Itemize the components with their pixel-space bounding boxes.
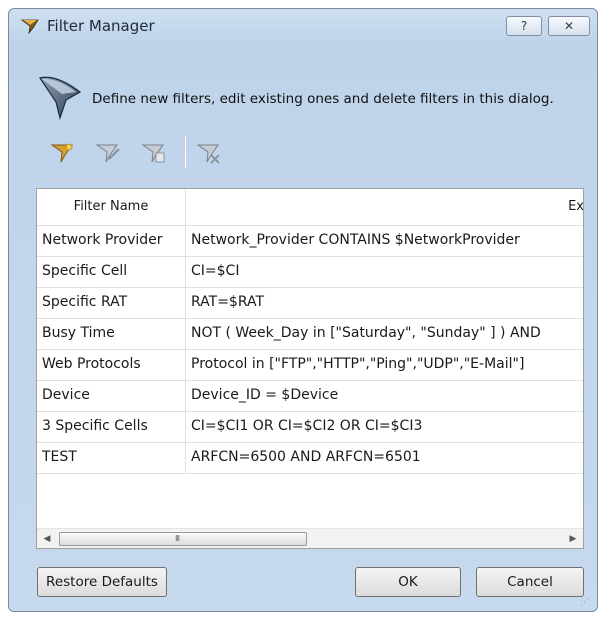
scroll-right-arrow-icon[interactable]: ▶ <box>563 529 583 548</box>
filter-expression-cell: CI=$CI <box>191 263 240 279</box>
title-bar[interactable]: Filter Manager ? ✕ <box>9 9 597 43</box>
table-header: Filter Name Ex <box>37 189 583 226</box>
copy-filter-icon[interactable] <box>141 141 167 165</box>
filter-expression-cell: ARFCN=6500 AND ARFCN=6501 <box>191 449 421 465</box>
filter-expression-cell: Protocol in ["FTP","HTTP","Ping","UDP","… <box>191 356 525 372</box>
filter-table: Filter Name Ex Network Provider Network_… <box>36 188 584 549</box>
delete-filter-icon[interactable] <box>196 141 222 165</box>
filter-expression-cell: NOT ( Week_Day in ["Saturday", "Sunday" … <box>191 325 541 341</box>
resize-grip-icon[interactable]: ⋰ <box>580 598 589 608</box>
table-row[interactable]: Network Provider Network_Provider CONTAI… <box>37 225 583 257</box>
filter-expression-cell: Network_Provider CONTAINS $NetworkProvid… <box>191 232 520 248</box>
filter-expression-cell: RAT=$RAT <box>191 294 265 310</box>
toolbar-separator <box>184 136 186 168</box>
column-header-filter-name[interactable]: Filter Name <box>37 189 186 225</box>
edit-filter-icon[interactable] <box>95 141 121 165</box>
filter-name-cell: Busy Time <box>42 325 115 341</box>
table-row[interactable]: Device Device_ID = $Device <box>37 380 583 412</box>
filter-expression-cell: Device_ID = $Device <box>191 387 339 403</box>
filter-expression-cell: CI=$CI1 OR CI=$CI2 OR CI=$CI3 <box>191 418 423 434</box>
window-title: Filter Manager <box>47 17 155 35</box>
close-button[interactable]: ✕ <box>548 16 590 36</box>
table-row[interactable]: TEST ARFCN=6500 AND ARFCN=6501 <box>37 442 583 474</box>
scroll-thumb[interactable]: III <box>59 532 307 546</box>
table-row[interactable]: Specific Cell CI=$CI <box>37 256 583 288</box>
filter-large-icon <box>39 76 82 121</box>
toolbar-divider <box>36 179 584 180</box>
filter-icon <box>21 19 39 35</box>
help-button[interactable]: ? <box>506 16 542 36</box>
scroll-grip-icon: III <box>175 534 180 543</box>
table-row[interactable]: 3 Specific Cells CI=$CI1 OR CI=$CI2 OR C… <box>37 411 583 443</box>
ok-button[interactable]: OK <box>355 567 461 597</box>
new-filter-icon[interactable] <box>50 141 74 165</box>
table-row[interactable]: Specific RAT RAT=$RAT <box>37 287 583 319</box>
header-description: Define new filters, edit existing ones a… <box>92 91 554 107</box>
filter-name-cell: TEST <box>42 449 77 465</box>
table-row[interactable]: Web Protocols Protocol in ["FTP","HTTP",… <box>37 349 583 381</box>
filter-name-cell: Network Provider <box>42 232 163 248</box>
scroll-left-arrow-icon[interactable]: ◀ <box>37 529 57 548</box>
restore-defaults-button[interactable]: Restore Defaults <box>37 567 167 597</box>
cancel-button[interactable]: Cancel <box>476 567 584 597</box>
filter-name-cell: Web Protocols <box>42 356 141 372</box>
filter-name-cell: Device <box>42 387 90 403</box>
column-header-expression[interactable]: Ex <box>186 189 583 225</box>
horizontal-scrollbar[interactable]: ◀ III ▶ <box>37 528 583 548</box>
filter-name-cell: 3 Specific Cells <box>42 418 148 434</box>
toolbar <box>36 124 584 180</box>
filter-name-cell: Specific Cell <box>42 263 128 279</box>
filter-name-cell: Specific RAT <box>42 294 128 310</box>
table-row[interactable]: Busy Time NOT ( Week_Day in ["Saturday",… <box>37 318 583 350</box>
